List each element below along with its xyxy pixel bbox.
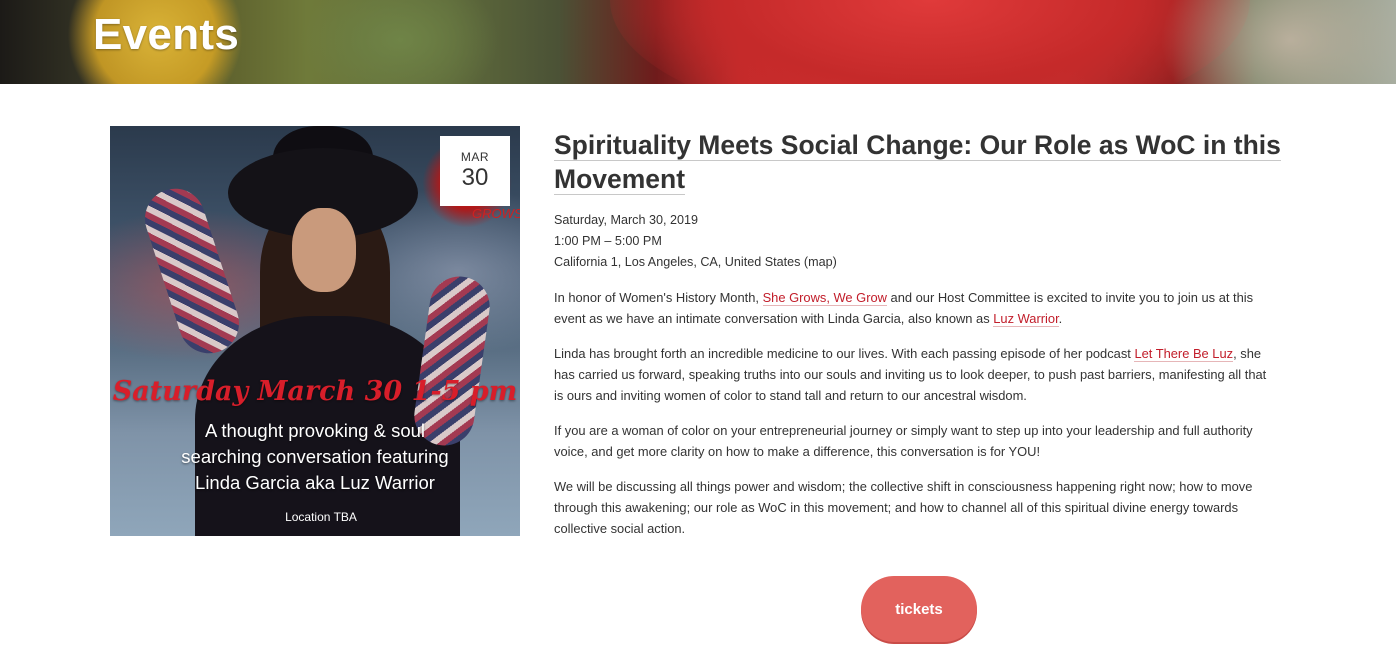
date-badge: MAR 30 — [440, 136, 510, 206]
events-banner: Events — [0, 0, 1396, 84]
event-meta: Saturday, March 30, 2019 1:00 PM – 5:00 … — [554, 210, 1284, 273]
logo-text: GROWS — [472, 206, 520, 221]
description-paragraph-3: If you are a woman of color on your entr… — [554, 423, 1253, 459]
tickets-button[interactable]: tickets — [861, 576, 977, 642]
date-badge-day: 30 — [461, 164, 489, 191]
description-paragraph-4: We will be discussing all things power a… — [554, 479, 1253, 536]
description-paragraph-1: In honor of Women's History Month, She G… — [554, 290, 1254, 327]
she-grows-link[interactable]: She Grows, We Grow — [762, 290, 887, 306]
date-badge-month: MAR — [460, 150, 490, 164]
image-caption-line2: searching conversation featuring — [181, 446, 449, 467]
luz-warrior-link[interactable]: Luz Warrior — [993, 311, 1059, 327]
event-details: Spirituality Meets Social Change: Our Ro… — [554, 128, 1284, 539]
event-date: Saturday, March 30, 2019 — [554, 213, 698, 227]
image-caption-line3: Linda Garcia aka Luz Warrior — [195, 472, 435, 493]
description-paragraph-2: Linda has brought forth an incredible me… — [554, 346, 1267, 403]
image-location: Location TBA — [285, 510, 357, 524]
event-title[interactable]: Spirituality Meets Social Change: Our Ro… — [554, 128, 1284, 196]
banner-flower-pale — [1160, 0, 1396, 84]
image-caption-line1: A thought provoking & soul — [204, 420, 426, 441]
let-there-be-luz-link[interactable]: Let There Be Luz — [1134, 346, 1234, 362]
image-date-script: Saturday March 30 1-5 pm — [112, 376, 518, 407]
banner-leaf — [300, 0, 500, 84]
event-time: 1:00 PM – 5:00 PM — [554, 234, 662, 248]
map-link[interactable]: (map) — [804, 255, 837, 269]
page-title: Events — [93, 10, 240, 59]
event-address: California 1, Los Angeles, CA, United St… — [554, 255, 837, 269]
banner-flower-red — [610, 0, 1250, 84]
